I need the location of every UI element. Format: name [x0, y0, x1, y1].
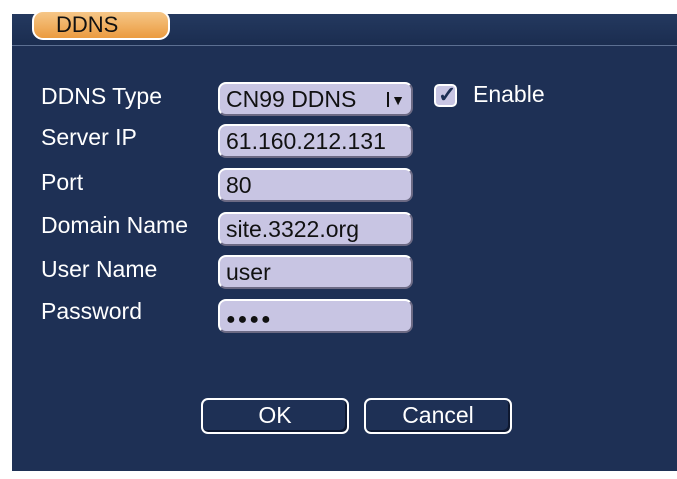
- ok-button-label: OK: [258, 402, 292, 428]
- title-tab-label: DDNS: [56, 12, 119, 37]
- chevron-down-icon[interactable]: ▼: [389, 92, 407, 108]
- port-value: 80: [226, 172, 252, 198]
- user-name-input[interactable]: user: [218, 255, 413, 289]
- port-label: Port: [41, 169, 84, 195]
- enable-checkbox[interactable]: ✓: [434, 82, 457, 107]
- password-input[interactable]: ●●●●: [218, 299, 413, 333]
- cancel-button[interactable]: Cancel: [364, 398, 512, 434]
- ddns-type-select[interactable]: CN99 DDNS ▼: [218, 82, 413, 116]
- port-input[interactable]: 80: [218, 168, 413, 202]
- user-name-value: user: [226, 259, 271, 285]
- server-ip-value: 61.160.212.131: [226, 128, 386, 154]
- title-tab: DDNS: [32, 10, 170, 40]
- cancel-button-label: Cancel: [402, 402, 474, 428]
- server-ip-input[interactable]: 61.160.212.131: [218, 124, 413, 158]
- server-ip-label: Server IP: [41, 124, 137, 150]
- checkmark-icon: ✓: [438, 82, 457, 107]
- title-bar: DDNS: [12, 10, 677, 46]
- domain-name-input[interactable]: site.3322.org: [218, 212, 413, 246]
- password-label: Password: [41, 298, 142, 324]
- domain-name-value: site.3322.org: [226, 216, 359, 242]
- ddns-type-value: CN99 DDNS: [226, 86, 357, 112]
- ddns-type-label: DDNS Type: [41, 83, 163, 109]
- ddns-dialog: DDNS DDNS Type CN99 DDNS ▼ ✓ Enable Serv…: [12, 10, 677, 471]
- enable-label: Enable: [473, 81, 545, 107]
- password-value: ●●●●: [226, 311, 273, 328]
- ok-button[interactable]: OK: [201, 398, 349, 434]
- user-name-label: User Name: [41, 256, 158, 282]
- domain-name-label: Domain Name: [41, 212, 188, 238]
